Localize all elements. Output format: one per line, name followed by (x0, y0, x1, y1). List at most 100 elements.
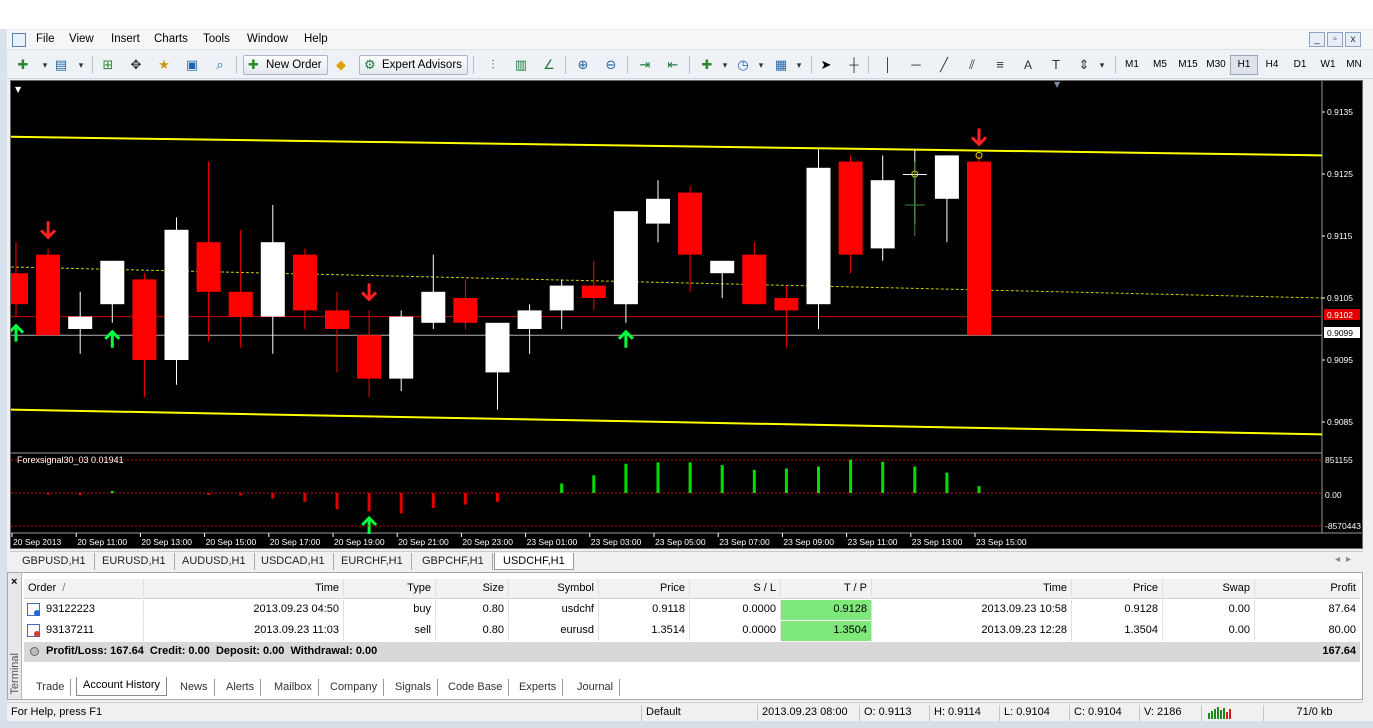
data-window-icon[interactable]: ✥ (126, 55, 146, 75)
auto-scroll-icon[interactable]: ⇥ (635, 55, 655, 75)
col-order[interactable]: Order / (24, 579, 144, 599)
vertical-line-icon[interactable]: │ (878, 55, 898, 75)
chart-tab-gbpusd[interactable]: GBPUSD,H1 (14, 553, 95, 570)
tab-experts[interactable]: Experts (513, 679, 564, 696)
metaeditor-icon[interactable]: ◆ (331, 55, 351, 75)
line-chart-icon[interactable]: ∠ (539, 55, 559, 75)
time-tick-label: 23 Sep 13:00 (912, 537, 963, 547)
text-label-icon[interactable]: T (1046, 55, 1066, 75)
timeframe-h4[interactable]: H4 (1258, 55, 1286, 75)
tab-news[interactable]: News (174, 679, 215, 696)
chart-shift-marker-icon[interactable]: ▼ (1054, 81, 1061, 89)
menu-view[interactable]: View (69, 33, 94, 45)
timeframe-mn[interactable]: MN (1340, 55, 1368, 75)
dropdown-arrow-icon[interactable]: ▾ (789, 55, 809, 75)
chart-tab-usdchf[interactable]: USDCHF,H1 (494, 553, 574, 570)
strategy-tester-icon[interactable]: ⌕ (210, 55, 230, 75)
col-profit[interactable]: Profit (1255, 579, 1360, 599)
chart-canvas[interactable]: 0.9135 0.9125 0.9115 0.9105 0.9095 0.9085 8511… (11, 81, 1362, 548)
tab-company[interactable]: Company (324, 679, 385, 696)
chart-tab-audusd[interactable]: AUDUSD,H1 (174, 553, 255, 570)
new-order-button[interactable]: ✚ New Order (243, 55, 328, 75)
periods-icon[interactable]: ◷ (733, 55, 753, 75)
templates-icon[interactable]: ▦ (771, 55, 791, 75)
indicators-icon[interactable]: ✚ (697, 55, 717, 75)
tab-mailbox[interactable]: Mailbox (268, 679, 319, 696)
bar-chart-icon[interactable]: ⫶ (483, 55, 503, 75)
col-sl[interactable]: S / L (690, 579, 781, 599)
dropdown-arrow-icon[interactable]: ▾ (751, 55, 771, 75)
tab-journal[interactable]: Journal (571, 679, 621, 696)
navigator-icon[interactable]: ★ (154, 55, 174, 75)
sell-signal-arrow-icon (40, 221, 57, 240)
histogram-bar (560, 483, 564, 493)
table-row[interactable]: 93137211 2013.09.23 11:03 sell 0.80 euru… (24, 621, 1360, 641)
col-price[interactable]: Price (599, 579, 690, 599)
col-close-time[interactable]: Time (872, 579, 1072, 599)
menu-help[interactable]: Help (304, 33, 328, 45)
col-tp[interactable]: T / P (781, 579, 872, 599)
market-watch-icon[interactable]: ⊞ (98, 55, 118, 75)
trendline-icon[interactable]: ╱ (934, 55, 954, 75)
col-size[interactable]: Size (436, 579, 509, 599)
status-datetime: 2013.09.23 08:00 (757, 705, 857, 721)
dropdown-arrow-icon[interactable]: ▾ (715, 55, 735, 75)
timeframe-d1[interactable]: D1 (1286, 55, 1314, 75)
arrows-icon[interactable]: ⇕ (1074, 55, 1094, 75)
summary-row[interactable]: Profit/Loss: 167.64 Credit: 0.00 Deposit… (24, 642, 1360, 662)
dropdown-arrow-icon[interactable]: ▾ (71, 55, 91, 75)
dropdown-arrow-icon[interactable]: ▾ (1092, 55, 1112, 75)
chart-window-icon[interactable] (12, 33, 26, 47)
timeframe-m30[interactable]: M30 (1202, 55, 1230, 75)
menu-window[interactable]: Window (247, 33, 288, 45)
chart-tab-gbpchf[interactable]: GBPCHF,H1 (414, 553, 493, 570)
tab-signals[interactable]: Signals (389, 679, 439, 696)
status-profile[interactable]: Default (641, 705, 755, 721)
chart-tab-usdcad[interactable]: USDCAD,H1 (253, 553, 334, 570)
chart-menu-icon[interactable]: ▼ (15, 85, 22, 94)
terminal-close-icon[interactable]: × (11, 576, 17, 588)
crosshair-icon[interactable]: ┼ (844, 55, 864, 75)
horizontal-line-icon[interactable]: ─ (906, 55, 926, 75)
price-chart[interactable]: 0.9135 0.9125 0.9115 0.9105 0.9095 0.9085 8511… (10, 80, 1363, 549)
tab-code-base[interactable]: Code Base (442, 679, 510, 696)
terminal-icon[interactable]: ▣ (182, 55, 202, 75)
timeframe-m15[interactable]: M15 (1174, 55, 1202, 75)
text-tool-icon[interactable]: A (1018, 55, 1038, 75)
col-close-price[interactable]: Price (1072, 579, 1163, 599)
candlesticks-icon[interactable]: ▥ (511, 55, 531, 75)
col-symbol[interactable]: Symbol (509, 579, 599, 599)
close-button[interactable]: x (1345, 32, 1361, 47)
col-swap[interactable]: Swap (1163, 579, 1255, 599)
timeframe-m5[interactable]: M5 (1146, 55, 1174, 75)
zoom-out-icon[interactable]: ⊖ (601, 55, 621, 75)
chart-tab-scroll-arrows-icon[interactable]: ◂▸ (1335, 554, 1357, 565)
chart-tab-eurusd[interactable]: EURUSD,H1 (94, 553, 175, 570)
timeframe-w1[interactable]: W1 (1314, 55, 1342, 75)
cursor-icon[interactable]: ➤ (816, 55, 836, 75)
tab-alerts[interactable]: Alerts (220, 679, 262, 696)
chart-tab-eurchf[interactable]: EURCHF,H1 (333, 553, 412, 570)
timeframe-h1[interactable]: H1 (1230, 55, 1258, 75)
menu-charts[interactable]: Charts (154, 33, 188, 45)
minimize-button[interactable]: _ (1309, 32, 1325, 47)
zoom-in-icon[interactable]: ⊕ (573, 55, 593, 75)
equidistant-channel-icon[interactable]: ⫽ (962, 55, 982, 75)
chart-shift-icon[interactable]: ⇤ (663, 55, 683, 75)
menu-file[interactable]: File (36, 33, 55, 45)
menu-tools[interactable]: Tools (203, 33, 230, 45)
col-time[interactable]: Time (144, 579, 344, 599)
new-chart-icon[interactable]: ✚ (13, 55, 33, 75)
profiles-icon[interactable]: ▤ (51, 55, 71, 75)
expert-advisors-button[interactable]: ⚙ Expert Advisors (359, 55, 468, 75)
restore-button[interactable]: ▫ (1327, 32, 1343, 47)
menu-insert[interactable]: Insert (111, 33, 140, 45)
tab-trade[interactable]: Trade (30, 679, 72, 696)
tab-account-history[interactable]: Account History (76, 677, 168, 696)
menu-bar: File View Insert Charts Tools Window Hel… (7, 30, 1373, 50)
table-row[interactable]: 93122223 2013.09.23 04:50 buy 0.80 usdch… (24, 600, 1360, 620)
timeframe-m1[interactable]: M1 (1118, 55, 1146, 75)
connection-bars-icon[interactable] (1201, 705, 1261, 721)
col-type[interactable]: Type (344, 579, 436, 599)
fibonacci-icon[interactable]: ≡ (990, 55, 1010, 75)
